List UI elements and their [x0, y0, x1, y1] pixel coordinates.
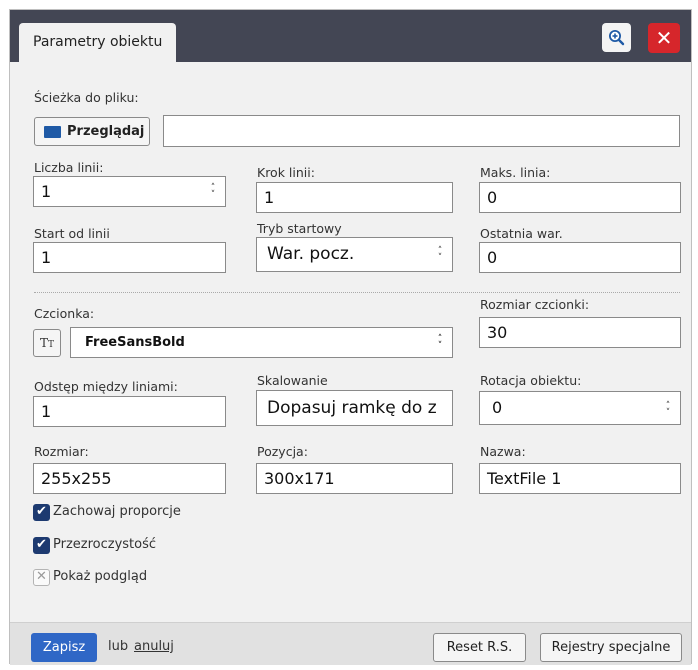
scaling-select[interactable]: Dopasuj ramkę do z [256, 390, 453, 426]
line-spacing-label: Odstęp między liniami: [34, 379, 178, 394]
close-icon: ✕ [655, 26, 673, 50]
or-text: lub [108, 639, 129, 654]
keep-ratio-checkbox[interactable]: ✔ [33, 504, 50, 521]
chevron-updown-icon: ˄ ˅ [665, 401, 671, 418]
special-registers-button[interactable]: Rejestry specjalne [540, 633, 682, 662]
start-line-label: Start od linii [34, 226, 110, 241]
keep-ratio-label: Zachowaj proporcje [53, 504, 181, 519]
font-value: FreeSansBold [85, 335, 185, 350]
rotation-select[interactable]: 0 ˄ ˅ [479, 391, 681, 425]
start-mode-value: War. pocz. [267, 244, 355, 264]
font-size-field[interactable]: 30 [479, 317, 681, 348]
file-path-label: Ścieżka do pliku: [34, 90, 139, 105]
preview-checkbox[interactable]: ✕ [33, 569, 50, 586]
start-mode-label: Tryb startowy [257, 221, 342, 236]
size-label: Rozmiar: [34, 444, 89, 459]
section-divider [34, 292, 680, 293]
title-bar: Parametry obiektu ✕ [10, 10, 691, 62]
text-size-icon: TT [39, 336, 55, 350]
object-parameters-dialog: Parametry obiektu ✕ Ścieżka do pliku: Pr… [9, 9, 692, 665]
line-step-label: Krok linii: [257, 165, 315, 180]
line-count-value: 1 [41, 182, 52, 201]
dialog-footer: Zapisz lub anuluj Reset R.S. Rejestry sp… [10, 622, 691, 665]
last-value-label: Ostatnia war. [480, 226, 563, 241]
preview-label: Pokaż podgląd [53, 569, 148, 584]
position-label: Pozycja: [257, 444, 308, 459]
scaling-value: Dopasuj ramkę do z [267, 398, 437, 418]
name-label: Nazwa: [480, 444, 526, 459]
zoom-button[interactable] [602, 23, 631, 52]
chevron-updown-icon: ˄ ˅ [437, 246, 443, 263]
close-button[interactable]: ✕ [648, 23, 680, 53]
x-icon: ✕ [36, 569, 47, 584]
line-spacing-field[interactable]: 1 [33, 396, 226, 427]
font-style-button[interactable]: TT [33, 329, 61, 357]
rotation-label: Rotacja obiektu: [480, 373, 582, 388]
name-field[interactable]: TextFile 1 [479, 463, 681, 494]
chevron-updown-icon: ˄ ˅ [210, 183, 216, 200]
start-mode-select[interactable]: War. pocz. ˄ ˅ [256, 237, 453, 272]
font-size-label: Rozmiar czcionki: [480, 297, 590, 312]
file-path-field[interactable] [163, 115, 680, 147]
chevron-updown-icon: ˄ ˅ [437, 334, 443, 351]
font-label: Czcionka: [34, 306, 95, 321]
rotation-value: 0 [492, 398, 503, 417]
max-line-field[interactable]: 0 [479, 182, 681, 213]
max-line-label: Maks. linia: [480, 165, 551, 180]
line-count-select[interactable]: 1 ˄ ˅ [33, 176, 226, 207]
line-count-label: Liczba linii: [34, 160, 104, 175]
transparency-label: Przezroczystość [53, 537, 157, 552]
browse-button-label: Przeglądaj [67, 124, 145, 139]
start-line-field[interactable]: 1 [33, 242, 226, 273]
zoom-in-icon [609, 30, 625, 46]
last-value-field[interactable]: 0 [479, 242, 681, 273]
reset-registers-button[interactable]: Reset R.S. [433, 633, 526, 662]
size-field[interactable]: 255x255 [33, 463, 226, 494]
checkmark-icon: ✔ [36, 504, 47, 519]
cancel-link[interactable]: anuluj [134, 639, 174, 654]
folder-icon [44, 126, 61, 138]
dialog-title-tab[interactable]: Parametry obiektu [19, 23, 177, 62]
transparency-checkbox[interactable]: ✔ [33, 537, 50, 554]
scaling-label: Skalowanie [257, 373, 328, 388]
font-select[interactable]: FreeSansBold ˄ ˅ [70, 327, 453, 358]
checkmark-icon: ✔ [36, 537, 47, 552]
browse-button[interactable]: Przeglądaj [34, 117, 150, 146]
position-field[interactable]: 300x171 [256, 463, 453, 494]
save-button[interactable]: Zapisz [31, 633, 97, 662]
line-step-field[interactable]: 1 [256, 182, 453, 213]
